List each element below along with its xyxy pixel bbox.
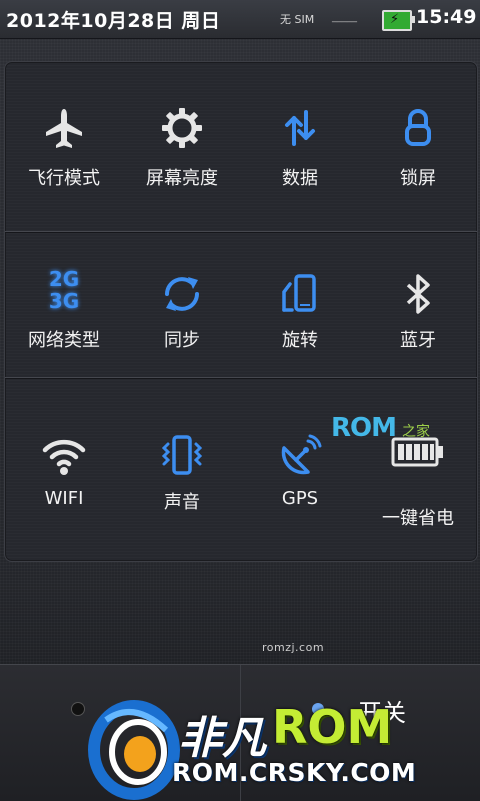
toggle-label: WIFI xyxy=(44,488,84,509)
logo-swirl-icon xyxy=(88,700,180,800)
toggle-battery-saver[interactable]: 一键省电 xyxy=(359,434,477,530)
toggle-label: 蓝牙 xyxy=(400,330,436,351)
toggle-row: WIFI 声音 GPS 一键省电 xyxy=(5,378,477,561)
romzj-url-watermark: romzj.com xyxy=(262,641,325,654)
battery-charging-icon: ⚡ xyxy=(382,10,415,31)
toggle-lock-screen[interactable]: 锁屏 xyxy=(359,106,477,190)
signal-indicator: _____ xyxy=(332,12,357,23)
toggle-label: 数据 xyxy=(282,168,318,189)
toggle-sync[interactable]: 同步 xyxy=(123,272,241,352)
toggle-airplane-mode[interactable]: 飞行模式 xyxy=(5,106,123,190)
network-2g-text: 2G xyxy=(48,267,80,291)
site-logo: 非凡 ROM ROM.CRSKY.COM xyxy=(86,700,416,800)
gps-satellite-icon xyxy=(281,434,322,475)
toggle-label: GPS xyxy=(281,488,319,509)
sim-status: 无 SIM xyxy=(280,13,315,26)
toggle-rotation[interactable]: 旋转 xyxy=(241,272,359,352)
toggle-bluetooth[interactable]: 蓝牙 xyxy=(359,272,477,352)
toggle-label: 飞行模式 xyxy=(28,168,100,189)
toggle-data[interactable]: 数据 xyxy=(241,106,359,190)
logo-url: ROM.CRSKY.COM xyxy=(172,758,417,787)
network-2g3g-icon: 2G 3G xyxy=(42,268,86,316)
toggle-row: 飞行模式 屏幕亮度 数据 锁屏 xyxy=(5,62,477,231)
network-3g-text: 3G xyxy=(48,289,80,313)
battery-saver-icon xyxy=(391,437,443,467)
toggle-gps[interactable]: GPS xyxy=(241,434,359,509)
logo-name-rom: ROM xyxy=(272,700,393,754)
toggle-label: 一键省电 xyxy=(382,508,454,529)
toggle-sound[interactable]: 声音 xyxy=(123,434,241,514)
logo-name-cn: 非凡 xyxy=(178,713,266,764)
toggle-label: 锁屏 xyxy=(400,168,436,189)
status-date: 2012年10月28日 周日 xyxy=(6,10,221,32)
airplane-icon xyxy=(46,109,82,148)
toggle-row: ROM 之家 2G 3G 网络类型 同步 旋转 蓝牙 xyxy=(5,232,477,443)
toggle-wifi[interactable]: WIFI xyxy=(5,434,123,509)
status-bar: 2012年10月28日 周日 无 SIM _____ ⚡ 15:49 xyxy=(0,0,480,39)
toggle-brightness[interactable]: 屏幕亮度 xyxy=(123,106,241,190)
status-time: 15:49 xyxy=(416,6,477,28)
toggle-label: 声音 xyxy=(164,492,200,513)
data-arrows-icon xyxy=(285,110,315,146)
quick-settings-panel: 飞行模式 屏幕亮度 数据 锁屏 ROM 之家 2G 3G 网络类型 同步 旋转 … xyxy=(4,61,478,562)
toggle-label: 旋转 xyxy=(282,330,318,351)
page-indicator-dot[interactable] xyxy=(72,703,84,715)
toggle-label: 屏幕亮度 xyxy=(146,168,218,189)
lock-icon xyxy=(405,109,431,146)
vibrate-phone-icon xyxy=(161,435,203,475)
bluetooth-icon xyxy=(406,274,430,314)
sync-icon xyxy=(165,277,199,311)
wifi-icon xyxy=(42,439,86,475)
toggle-label: 同步 xyxy=(164,330,200,351)
brightness-gear-icon xyxy=(162,108,202,148)
rotate-icon xyxy=(282,274,316,312)
toggle-label: 网络类型 xyxy=(28,330,100,351)
toggle-network-type[interactable]: 2G 3G 网络类型 xyxy=(5,268,123,352)
